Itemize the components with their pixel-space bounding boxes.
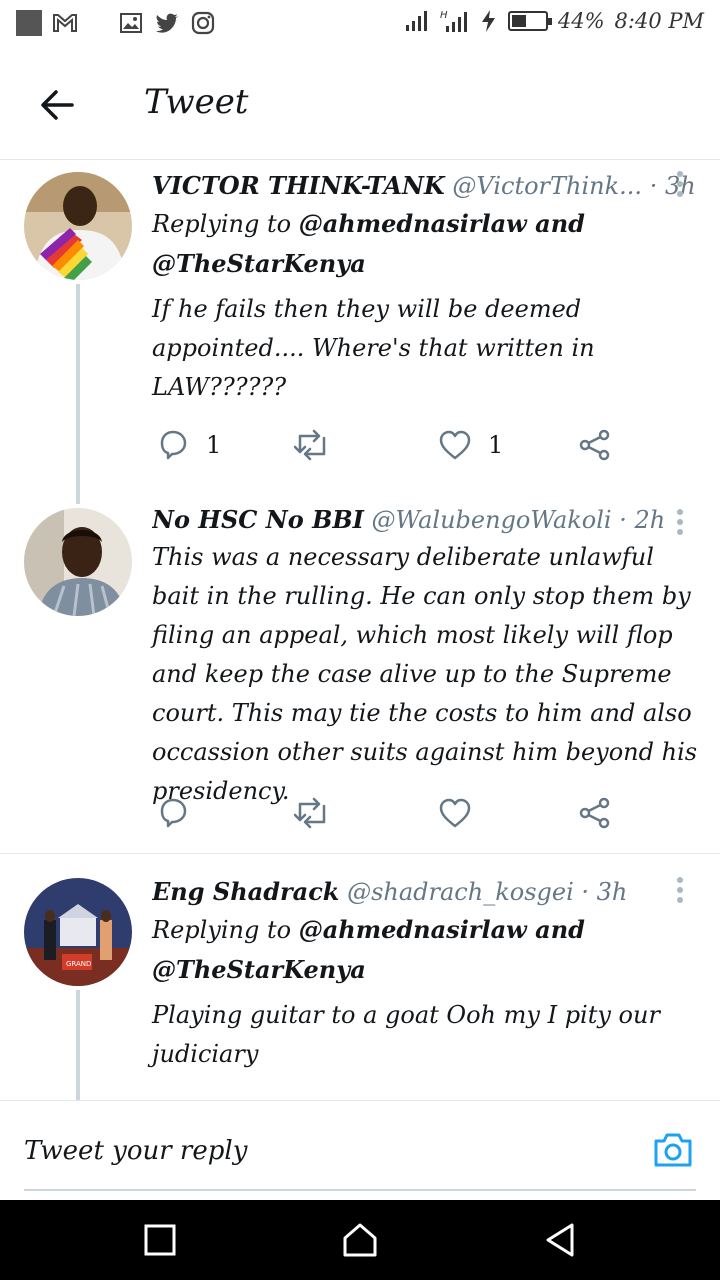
retweet-icon [294, 797, 326, 829]
battery-percent: 44% [557, 9, 605, 33]
avatar-image [24, 172, 132, 280]
tweet-actions [152, 793, 622, 833]
replying-to-2: @TheStarKenya [152, 950, 702, 990]
retweet-button[interactable] [294, 793, 346, 833]
replying-label: Replying to [152, 916, 292, 944]
status-bar: H 44% 8:40 PM [0, 0, 720, 48]
thread-line [76, 284, 80, 504]
author-handle[interactable]: @VictorThink... [452, 172, 642, 200]
tweet-meta: No HSC No BBI @WalubengoWakoli · 2h [152, 502, 702, 538]
home-icon[interactable] [340, 1220, 380, 1260]
replying-to-2: @TheStarKenya [152, 244, 702, 284]
more-options-icon[interactable] [670, 508, 690, 538]
author-name[interactable]: No HSC No BBI [152, 505, 364, 534]
tweet-body: Eng Shadrack @shadrach_kosgei · 3h Reply… [152, 874, 702, 1074]
share-button[interactable] [578, 793, 612, 833]
status-bar-right: H 44% 8:40 PM [404, 8, 704, 34]
tweet-actions: 1 1 [152, 425, 622, 465]
share-icon [579, 797, 610, 829]
mention-link[interactable]: @ahmednasirlaw and [299, 209, 585, 238]
mention-link[interactable]: @ahmednasirlaw and [299, 915, 585, 944]
back-arrow-icon[interactable] [36, 84, 78, 126]
replying-label: Replying to [152, 210, 292, 238]
avatar[interactable]: GRAND [24, 878, 132, 986]
tweet-meta: VICTOR THINK-TANK @VictorThink... · 3h [152, 168, 702, 204]
battery-icon [507, 11, 552, 31]
instagram-icon [191, 11, 215, 35]
tweet-text: This was a necessary deliberate unlawful… [152, 543, 698, 805]
tweet-2[interactable]: No HSC No BBI @WalubengoWakoli · 2h This… [0, 500, 720, 854]
more-options-icon[interactable] [670, 170, 690, 200]
tweet-text: Playing guitar to a goat Ooh my I pity o… [152, 1001, 660, 1068]
mention-link[interactable]: @TheStarKenya [152, 249, 366, 278]
status-bar-left [16, 10, 216, 36]
tweet-body: VICTOR THINK-TANK @VictorThink... · 3h R… [152, 168, 702, 407]
reply-underline [24, 1189, 696, 1191]
tweet-time: · 2h [619, 506, 666, 534]
more-options-icon[interactable] [670, 876, 690, 906]
app-header: Tweet [0, 48, 720, 160]
twitter-icon [156, 13, 178, 33]
charging-icon [481, 10, 495, 32]
avatar-image: GRAND [24, 878, 132, 986]
heart-icon [439, 430, 471, 460]
author-name[interactable]: VICTOR THINK-TANK [152, 171, 445, 200]
tweet-divider [0, 853, 720, 854]
svg-text:H: H [440, 10, 448, 21]
reply-count: 1 [206, 431, 222, 459]
tweet-3[interactable]: GRAND Eng Shadrack @shadrach_kosgei · 3h… [0, 866, 720, 1100]
share-button[interactable] [578, 425, 612, 465]
reply-icon [160, 798, 187, 828]
author-handle[interactable]: @WalubengoWakoli [372, 506, 612, 534]
avatar[interactable] [24, 508, 132, 616]
retweet-icon [294, 429, 326, 461]
tweet-text: If he fails then they will be deemed app… [152, 295, 595, 401]
author-name[interactable]: Eng Shadrack [152, 877, 339, 906]
replying-to: Replying to @ahmednasirlaw and [152, 204, 702, 244]
notification-square-icon [16, 10, 42, 36]
reply-input[interactable] [24, 1125, 584, 1177]
heart-icon [439, 798, 471, 828]
replying-to: Replying to @ahmednasirlaw and [152, 910, 702, 950]
reply-button[interactable]: 1 [156, 425, 221, 465]
author-handle[interactable]: @shadrach_kosgei [347, 878, 574, 906]
avatar-image [24, 508, 132, 616]
mention-link[interactable]: @TheStarKenya [152, 955, 366, 984]
svg-text:GRAND: GRAND [66, 960, 91, 968]
page-title: Tweet [144, 82, 249, 122]
tweet-body: No HSC No BBI @WalubengoWakoli · 2h This… [152, 502, 702, 811]
like-button[interactable] [438, 793, 488, 833]
tweet-meta: Eng Shadrack @shadrach_kosgei · 3h [152, 874, 702, 910]
recent-apps-icon[interactable] [140, 1220, 180, 1260]
share-icon [579, 429, 610, 461]
reply-button[interactable] [156, 793, 206, 833]
thread-line [76, 990, 80, 1100]
reply-feed[interactable]: VICTOR THINK-TANK @VictorThink... · 3h R… [0, 160, 720, 1100]
like-count: 1 [488, 431, 504, 459]
signal-icon [405, 11, 427, 31]
battery-level [511, 15, 526, 27]
gallery-icon [120, 13, 142, 33]
camera-icon[interactable] [652, 1129, 694, 1171]
like-button[interactable]: 1 [438, 425, 503, 465]
clock: 8:40 PM [614, 9, 704, 33]
retweet-button[interactable] [294, 425, 346, 465]
tweet-time: · 3h [581, 878, 628, 906]
gmail-icon [53, 14, 77, 32]
back-icon[interactable] [540, 1220, 580, 1260]
reply-composer [0, 1100, 720, 1200]
system-nav-bar [0, 1200, 720, 1280]
tweet-1[interactable]: VICTOR THINK-TANK @VictorThink... · 3h R… [0, 160, 720, 504]
signal-h-icon: H [440, 10, 467, 32]
avatar[interactable] [24, 172, 132, 280]
reply-icon [160, 430, 187, 460]
